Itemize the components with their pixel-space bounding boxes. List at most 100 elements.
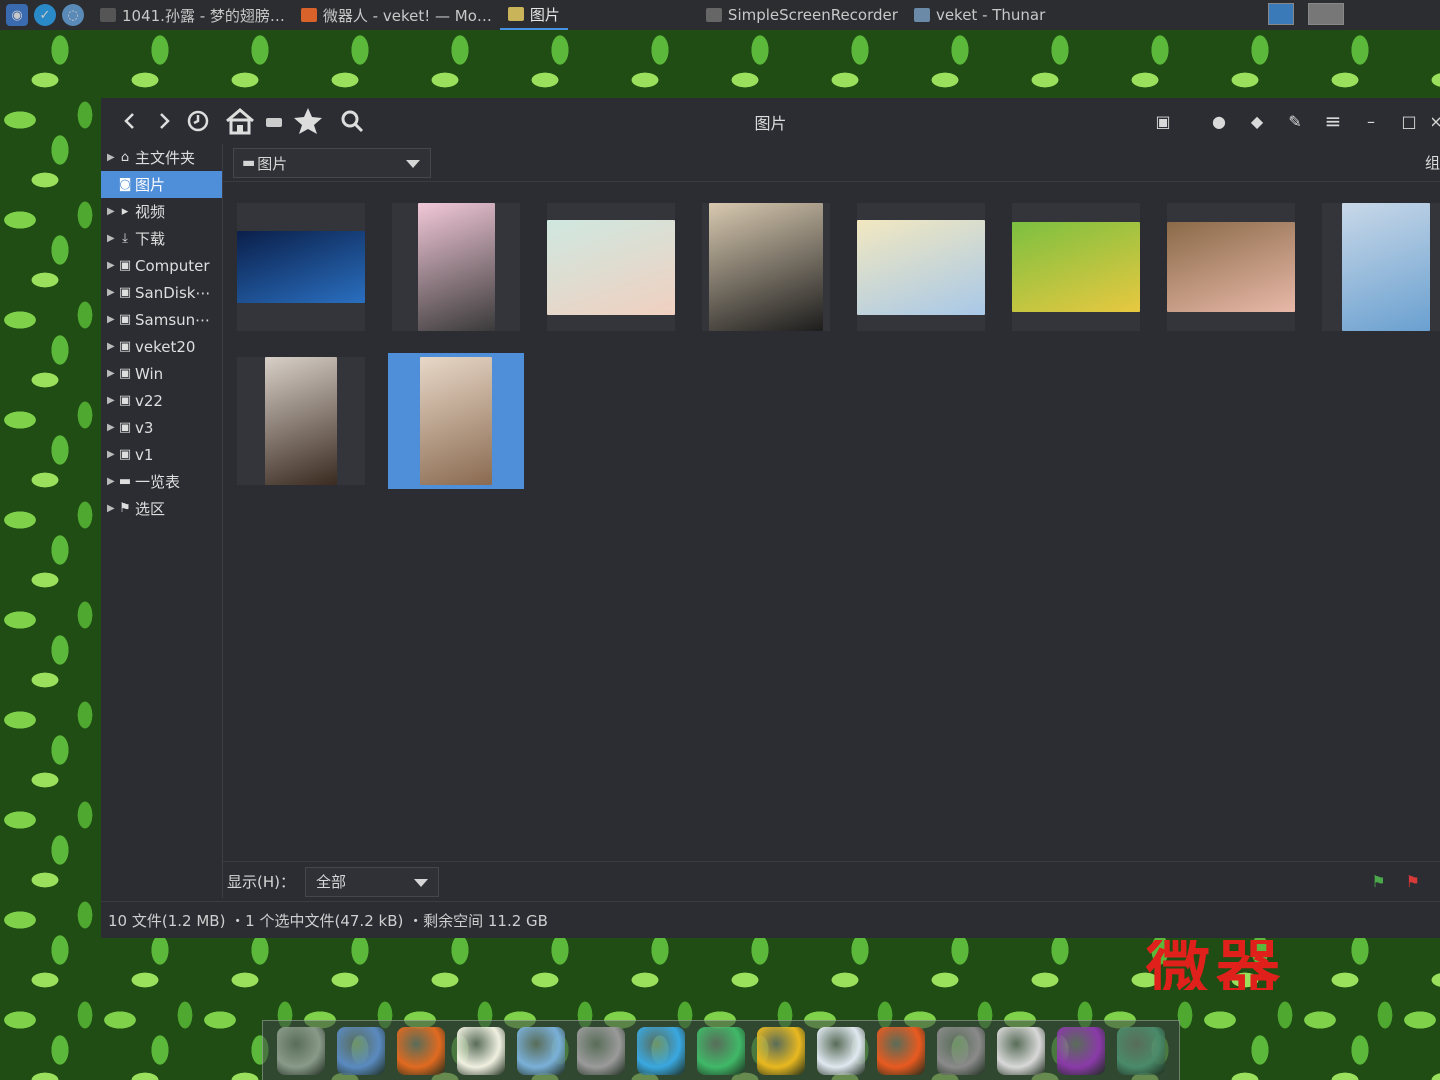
workspace-2-button[interactable] bbox=[1308, 3, 1344, 25]
expand-arrow-icon[interactable]: ▶ bbox=[107, 287, 117, 298]
image-thumbnail[interactable] bbox=[392, 203, 520, 331]
chevron-right-icon bbox=[160, 113, 170, 129]
taskbar-item[interactable]: 图片 bbox=[499, 0, 568, 30]
history-button[interactable] bbox=[181, 104, 215, 138]
sidebar-item[interactable]: ▶ ▣ v3 bbox=[101, 414, 222, 441]
audio-icon[interactable] bbox=[577, 1026, 625, 1075]
image-thumbnail[interactable] bbox=[547, 203, 675, 331]
expand-arrow-icon[interactable]: ▶ bbox=[107, 368, 117, 379]
expand-arrow-icon[interactable]: ▶ bbox=[107, 260, 117, 271]
atom-icon[interactable] bbox=[637, 1026, 685, 1075]
expand-arrow-icon[interactable]: ▶ bbox=[107, 395, 117, 406]
image-thumbnail[interactable] bbox=[1322, 203, 1440, 331]
sidebar-item[interactable]: ▶ ▣ Win bbox=[101, 360, 222, 387]
photo-girl-wings bbox=[857, 219, 985, 315]
sidebar-item[interactable]: ◙ 图片 bbox=[101, 171, 222, 198]
expand-arrow-icon[interactable]: ▶ bbox=[107, 233, 117, 244]
expand-arrow-icon[interactable]: ▶ bbox=[107, 422, 117, 433]
image-thumbnail[interactable] bbox=[702, 203, 830, 331]
expand-arrow-icon[interactable]: ▶ bbox=[107, 476, 117, 487]
tag-button[interactable]: ◆ bbox=[1242, 104, 1272, 138]
sidebar-item[interactable]: ▶ ▣ SanDisk⋯ bbox=[101, 279, 222, 306]
chip-icon: ▣ bbox=[118, 447, 132, 462]
monitor-icon[interactable] bbox=[337, 1026, 385, 1075]
presentation-button[interactable]: ▣ bbox=[1148, 104, 1178, 138]
image-thumbnail[interactable] bbox=[1012, 203, 1140, 331]
expand-arrow-icon[interactable]: ▶ bbox=[107, 152, 117, 163]
sidebar-item[interactable]: ▶ ▸ 视频 bbox=[101, 198, 222, 225]
list-drive-icon: ▬ bbox=[118, 474, 132, 489]
forward-button[interactable] bbox=[147, 104, 181, 138]
close-button[interactable]: × bbox=[1432, 104, 1440, 138]
image-thumbnail[interactable] bbox=[1167, 203, 1295, 331]
search-button[interactable] bbox=[335, 104, 369, 138]
image-thumbnail[interactable] bbox=[237, 203, 365, 331]
sidebar-item[interactable]: ▶ ▣ v1 bbox=[101, 441, 222, 468]
drive-icon[interactable] bbox=[277, 1026, 325, 1075]
firefox-icon[interactable] bbox=[397, 1026, 445, 1075]
sidebar-item[interactable]: ▶ ⌂ 主文件夹 bbox=[101, 144, 222, 171]
home-button[interactable] bbox=[223, 104, 257, 138]
sidebar-item-label: 图片 bbox=[135, 176, 166, 194]
sidebar-item[interactable]: ▶ ▣ v22 bbox=[101, 387, 222, 414]
dock bbox=[262, 1020, 1180, 1080]
settings-sun-icon[interactable] bbox=[997, 1026, 1045, 1075]
folder-icon bbox=[913, 8, 930, 22]
taskbar-item[interactable]: SimpleScreenRecorder bbox=[698, 0, 906, 30]
globe-icon[interactable] bbox=[1117, 1026, 1165, 1075]
home-icon: ⌂ bbox=[120, 150, 130, 165]
sidebar-item[interactable]: ▶ ⚑ 选区 bbox=[101, 495, 222, 522]
expand-arrow-icon[interactable]: ▶ bbox=[107, 449, 117, 460]
show-filter-select[interactable]: 全部 bbox=[304, 866, 439, 897]
workspace-1-button[interactable] bbox=[1268, 3, 1294, 25]
maximize-button[interactable]: □ bbox=[1394, 104, 1424, 138]
charts-icon[interactable] bbox=[817, 1026, 865, 1075]
image-thumbnail[interactable] bbox=[237, 357, 365, 485]
contacts-icon[interactable] bbox=[757, 1026, 805, 1075]
image-thumbnail[interactable] bbox=[857, 203, 985, 331]
expand-arrow-icon[interactable]: ▶ bbox=[107, 314, 117, 325]
back-button[interactable] bbox=[113, 104, 147, 138]
drive-icon: ▣ bbox=[118, 339, 132, 354]
rocket-icon[interactable] bbox=[877, 1026, 925, 1075]
tools-button[interactable]: ✎ bbox=[1280, 104, 1310, 138]
presentation-icon: ▣ bbox=[1155, 111, 1171, 131]
drives-button[interactable] bbox=[257, 104, 291, 138]
expand-arrow-icon[interactable]: ▶ bbox=[107, 341, 117, 352]
group-label[interactable]: 组 bbox=[1425, 152, 1440, 173]
taskbar-item[interactable]: veket - Thunar bbox=[906, 0, 1053, 30]
sidebar-item[interactable]: ▶ ▣ Computer bbox=[101, 252, 222, 279]
show-filter-value: 全部 bbox=[315, 873, 346, 891]
chevron-down-icon bbox=[406, 160, 420, 168]
minimize-button[interactable]: – bbox=[1356, 104, 1386, 138]
checkmark-icon[interactable]: ✓ bbox=[34, 4, 56, 26]
printer-icon[interactable] bbox=[937, 1026, 985, 1075]
expand-arrow-icon[interactable]: ▶ bbox=[107, 503, 117, 514]
sidebar-item-label: 选区 bbox=[135, 500, 166, 518]
media-player-icon[interactable] bbox=[697, 1026, 745, 1075]
green-flag-icon[interactable]: ⚑ bbox=[1371, 872, 1385, 891]
menu-button[interactable]: ≡ bbox=[1318, 104, 1348, 138]
window-icon bbox=[705, 8, 722, 22]
bookmarks-button[interactable] bbox=[291, 104, 325, 138]
sidebar-item[interactable]: ▶ ▬ 一览表 bbox=[101, 468, 222, 495]
expand-arrow-icon[interactable]: ▶ bbox=[107, 206, 117, 217]
image-thumbnail[interactable] bbox=[388, 353, 524, 489]
photo-girl-sitting bbox=[420, 357, 492, 485]
comment-button[interactable]: ● bbox=[1204, 104, 1234, 138]
network-icon[interactable]: ◌ bbox=[62, 4, 84, 26]
image-editor-icon[interactable] bbox=[517, 1026, 565, 1075]
taskbar-item[interactable]: 1041.孙露 - 梦的翅膀… bbox=[92, 0, 293, 30]
menu-icon[interactable]: ◉ bbox=[6, 4, 28, 26]
sidebar-item-label: 视频 bbox=[135, 203, 166, 221]
sidebar-item-label: v3 bbox=[135, 418, 154, 437]
sidebar-item[interactable]: ▶ ▣ Samsun⋯ bbox=[101, 306, 222, 333]
taskbar-item[interactable]: 微器人 - veket! — Mo… bbox=[293, 0, 500, 30]
path-selector[interactable]: ▬ 图片 bbox=[233, 148, 431, 178]
firefox-icon[interactable] bbox=[1057, 1026, 1105, 1075]
red-flag-icon[interactable]: ⚑ bbox=[1406, 872, 1420, 891]
sidebar-item[interactable]: ▶ ▣ veket20 bbox=[101, 333, 222, 360]
chip-icon: ▣ bbox=[118, 420, 132, 435]
sidebar-item[interactable]: ▶ ⤓ 下载 bbox=[101, 225, 222, 252]
text-editor-icon[interactable] bbox=[457, 1026, 505, 1075]
